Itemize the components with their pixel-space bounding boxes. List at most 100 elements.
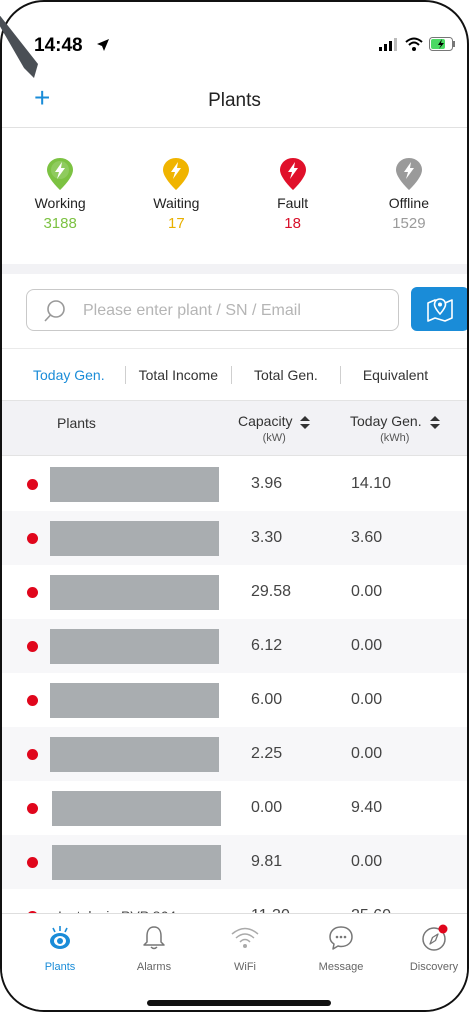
phone-frame: 14:48 + Plants Working 3188 Waiting 17 F… xyxy=(0,0,469,1012)
signal-icon xyxy=(379,38,397,51)
capacity-value: 3.30 xyxy=(251,529,283,546)
tab-today-gen[interactable]: Today Gen. xyxy=(33,367,105,383)
stat-label: Working xyxy=(34,195,86,211)
redacted-plant-name xyxy=(50,521,219,556)
status-bar: 14:48 xyxy=(2,2,467,72)
stat-label: Offline xyxy=(388,195,429,211)
today-gen-value: 14.10 xyxy=(351,475,392,492)
stat-waiting[interactable]: Waiting 17 xyxy=(118,129,234,267)
redacted-plant-name xyxy=(50,683,219,718)
working-bolt-icon xyxy=(47,158,74,190)
today-gen-value: 0.00 xyxy=(351,691,383,708)
col-capacity[interactable]: Capacity (kW) xyxy=(238,413,311,444)
table-row[interactable]: 29.58 0.00 xyxy=(2,565,467,619)
compass-icon xyxy=(422,924,448,951)
fault-bolt-icon xyxy=(279,158,306,190)
today-gen-value: 9.40 xyxy=(351,799,383,816)
plant-status-summary: Working 3188 Waiting 17 Fault 18 Offline… xyxy=(2,129,467,267)
search-icon xyxy=(44,300,65,322)
nav-label: WiFi xyxy=(234,961,256,973)
stat-label: Waiting xyxy=(153,195,200,211)
col-capacity-unit: (kW) xyxy=(262,432,286,444)
table-row[interactable]: 2.25 0.00 xyxy=(2,727,467,781)
fault-status-dot xyxy=(27,641,38,652)
capacity-value: 6.12 xyxy=(251,637,283,654)
fault-status-dot xyxy=(27,695,38,706)
capacity-value: 0.00 xyxy=(251,799,283,816)
table-row[interactable]: 3.96 14.10 xyxy=(2,457,467,511)
col-today-unit: (kWh) xyxy=(380,432,410,444)
tab-total-gen[interactable]: Total Gen. xyxy=(254,367,318,383)
redacted-plant-name xyxy=(50,629,219,664)
nav-plants[interactable]: Plants xyxy=(20,924,100,973)
map-pin-icon xyxy=(427,298,453,322)
sort-icon xyxy=(300,415,311,429)
nav-discovery[interactable]: Discovery xyxy=(394,924,467,973)
wifi-icon xyxy=(231,927,259,948)
page-title: Plants xyxy=(208,90,261,111)
stat-working[interactable]: Working 3188 xyxy=(2,129,118,267)
fault-status-dot xyxy=(27,857,38,868)
tab-equivalent[interactable]: Equivalent xyxy=(363,367,428,383)
section-divider xyxy=(2,264,467,274)
bell-icon xyxy=(143,926,165,950)
fault-status-dot xyxy=(27,587,38,598)
search-input[interactable] xyxy=(83,298,383,324)
nav-label: Alarms xyxy=(136,961,172,973)
redacted-plant-name xyxy=(50,737,219,772)
table-row[interactable]: 9.81 0.00 xyxy=(2,835,467,889)
stat-offline[interactable]: Offline 1529 xyxy=(351,129,467,267)
location-arrow-icon xyxy=(97,39,109,51)
col-today-label: Today Gen. xyxy=(350,413,422,429)
stat-fault[interactable]: Fault 18 xyxy=(235,129,351,267)
col-today-gen[interactable]: Today Gen. (kWh) xyxy=(350,413,440,444)
table-row[interactable]: 6.12 0.00 xyxy=(2,619,467,673)
today-gen-value: 0.00 xyxy=(351,745,383,762)
today-gen-value: 3.60 xyxy=(351,529,383,546)
tab-divider xyxy=(230,365,232,384)
redacted-plant-name xyxy=(52,791,221,826)
tab-divider xyxy=(124,365,126,384)
nav-label: Discovery xyxy=(409,961,459,973)
fault-status-dot xyxy=(27,533,38,544)
metric-tabs: Today Gen. Total Income Total Gen. Equiv… xyxy=(2,348,467,400)
waiting-bolt-icon xyxy=(163,158,190,190)
home-indicator[interactable] xyxy=(147,1000,331,1006)
plants-eye-icon xyxy=(50,926,70,949)
annotation-arrow-icon xyxy=(0,15,38,78)
offline-bolt-icon xyxy=(395,158,422,190)
stat-label: Fault xyxy=(277,195,309,211)
tab-divider xyxy=(339,365,341,384)
map-view-button[interactable] xyxy=(411,287,467,331)
stat-value: 17 xyxy=(168,215,185,232)
wifi-status-icon xyxy=(405,37,423,51)
nav-label: Message xyxy=(318,961,364,973)
fault-status-dot xyxy=(27,749,38,760)
col-capacity-label: Capacity xyxy=(238,413,293,429)
capacity-value: 2.25 xyxy=(251,745,283,762)
redacted-plant-name xyxy=(50,575,219,610)
fault-status-dot xyxy=(27,479,38,490)
capacity-value: 3.96 xyxy=(251,475,283,492)
redacted-plant-name xyxy=(52,845,221,880)
capacity-value: 29.58 xyxy=(251,583,292,600)
today-gen-value: 0.00 xyxy=(351,853,383,870)
capacity-value: 9.81 xyxy=(251,853,283,870)
nav-header: + Plants xyxy=(2,72,467,128)
tab-total-income[interactable]: Total Income xyxy=(139,367,218,383)
table-row[interactable]: 0.00 9.40 xyxy=(2,781,467,835)
battery-charging-icon xyxy=(429,37,455,51)
nav-message[interactable]: Message xyxy=(301,924,381,973)
table-row[interactable]: 3.30 3.60 xyxy=(2,511,467,565)
chat-bubble-icon xyxy=(329,926,353,950)
redacted-plant-name xyxy=(50,467,219,502)
tab-bar: Plants Alarms WiFi Message Discovery xyxy=(2,913,467,1010)
table-header: Plants Capacity (kW) Today Gen. (kWh) xyxy=(2,400,467,456)
nav-alarms[interactable]: Alarms xyxy=(114,924,194,973)
today-gen-value: 0.00 xyxy=(351,637,383,654)
stat-value: 18 xyxy=(284,215,301,232)
table-row[interactable]: 6.00 0.00 xyxy=(2,673,467,727)
nav-wifi[interactable]: WiFi xyxy=(205,924,285,973)
status-icons xyxy=(379,37,457,51)
plant-list: 3.96 14.10 3.30 3.60 29.58 0.00 6.12 0.0… xyxy=(2,457,467,943)
